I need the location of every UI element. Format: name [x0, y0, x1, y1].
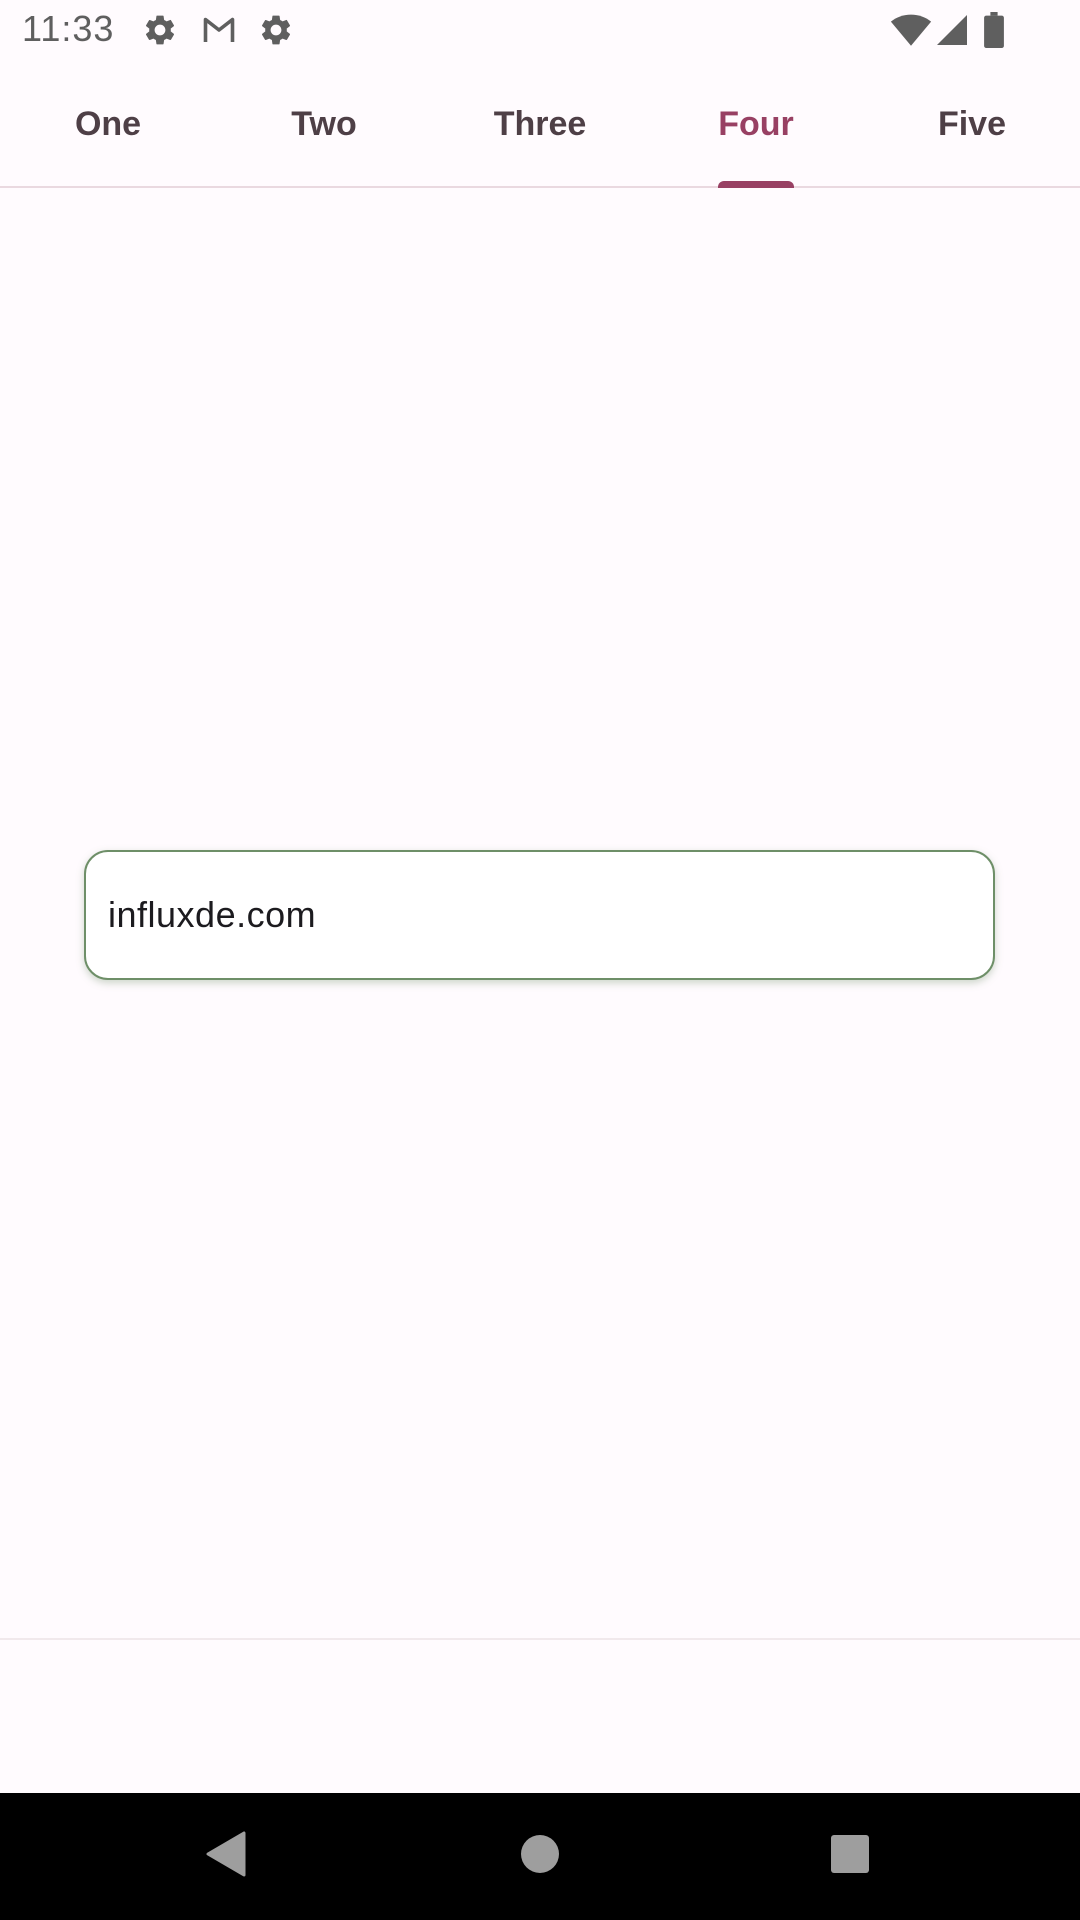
- active-tab-indicator: [718, 181, 794, 188]
- recents-button[interactable]: [790, 1793, 910, 1920]
- tab-label: Two: [291, 104, 357, 143]
- tab-label: Five: [937, 104, 1007, 143]
- tab-label: Four: [718, 104, 794, 143]
- cellular-signal-icon: [934, 12, 970, 48]
- text-field-value: influxde.com: [108, 894, 317, 935]
- tab-five[interactable]: Five: [864, 62, 1080, 186]
- bottom-divider: [0, 1638, 1080, 1640]
- tab-two[interactable]: Two: [216, 62, 432, 186]
- status-bar: 11:33: [0, 0, 1080, 62]
- url-text-field[interactable]: influxde.com: [84, 850, 995, 980]
- navigation-bar: [0, 1793, 1080, 1920]
- home-button[interactable]: [480, 1793, 600, 1920]
- recents-icon: [830, 1834, 870, 1879]
- settings-outline-icon: [258, 12, 294, 48]
- gmail-icon: [200, 12, 236, 48]
- settings-gear-icon: [142, 12, 178, 48]
- tab-label: Three: [493, 104, 587, 143]
- wifi-icon: [890, 12, 932, 48]
- tab-four[interactable]: Four: [648, 62, 864, 188]
- back-button[interactable]: [165, 1793, 285, 1920]
- battery-icon: [982, 12, 1006, 49]
- tab-bar: One Two Three Four Five: [0, 62, 1080, 188]
- home-icon: [520, 1834, 560, 1879]
- back-icon: [204, 1831, 246, 1882]
- tab-label: One: [74, 104, 142, 143]
- status-time: 11:33: [22, 8, 115, 49]
- tab-one[interactable]: One: [0, 62, 216, 186]
- tab-three[interactable]: Three: [432, 62, 648, 186]
